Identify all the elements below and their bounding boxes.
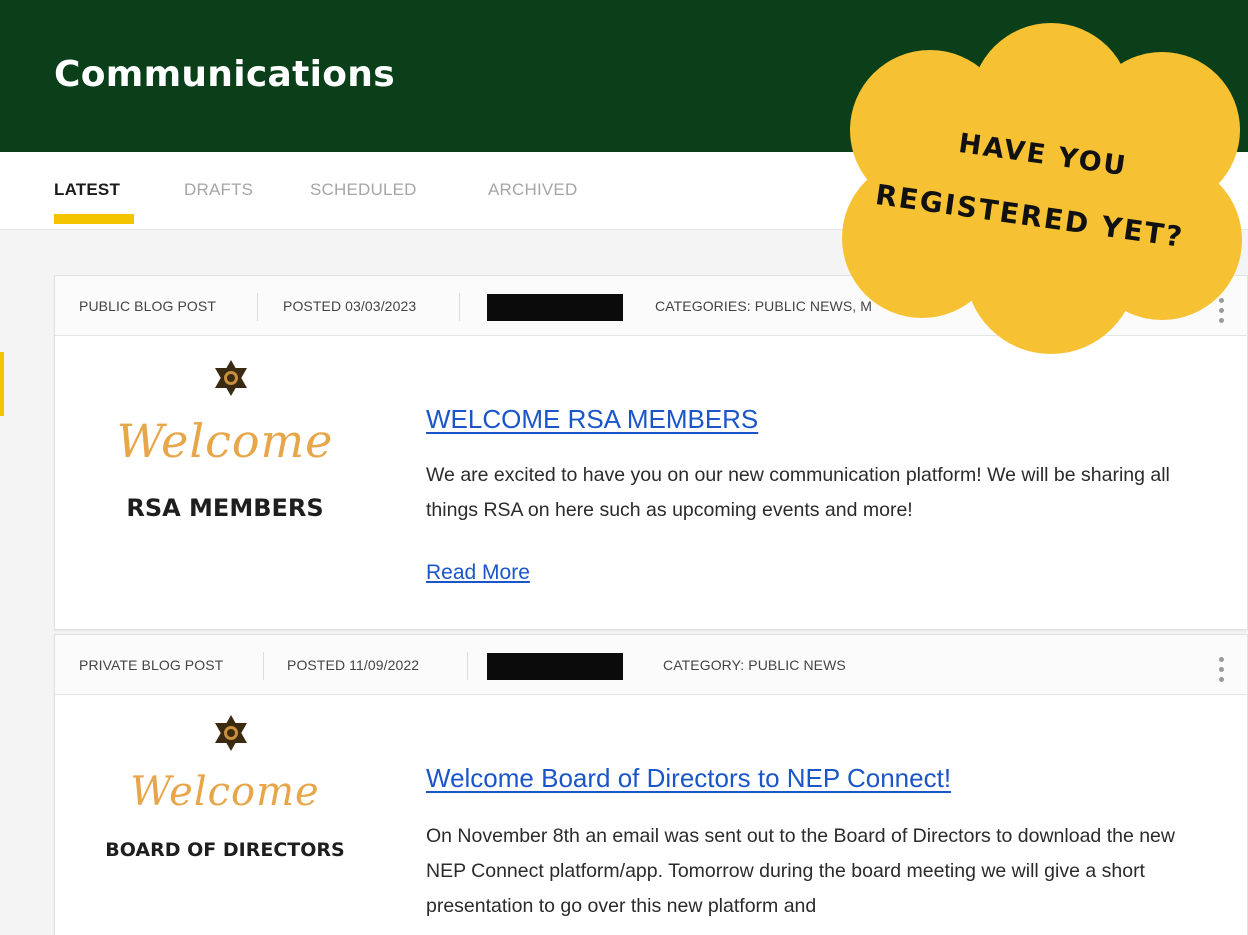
meta-divider xyxy=(459,293,460,321)
post-categories: CATEGORY: PUBLIC NEWS xyxy=(663,657,846,673)
post-title-link[interactable]: Welcome Board of Directors to NEP Connec… xyxy=(426,763,951,794)
meta-divider xyxy=(467,652,468,680)
sheriff-star-icon xyxy=(215,360,247,396)
post-card: PRIVATE BLOG POST POSTED 11/09/2022 CATE… xyxy=(54,634,1248,935)
thumbnail-caption: BOARD OF DIRECTORS xyxy=(105,839,345,861)
read-more-link[interactable]: Read More xyxy=(426,561,530,585)
post-meta-bar: PRIVATE BLOG POST POSTED 11/09/2022 CATE… xyxy=(55,635,1247,695)
welcome-script: Welcome xyxy=(130,769,320,815)
sidebar-accent xyxy=(0,352,4,416)
page-title: Communications xyxy=(54,54,395,95)
thumbnail-caption: RSA MEMBERS xyxy=(126,494,324,522)
active-tab-indicator xyxy=(54,214,134,224)
tab-latest[interactable]: LATEST xyxy=(54,180,120,200)
meta-divider xyxy=(257,293,258,321)
post-title-link[interactable]: WELCOME RSA MEMBERS xyxy=(426,404,758,435)
post-date: POSTED 11/09/2022 xyxy=(287,657,420,673)
redacted-author xyxy=(487,653,623,680)
post-thumbnail: Welcome BOARD OF DIRECTORS xyxy=(75,711,375,911)
tab-drafts[interactable]: DRAFTS xyxy=(184,180,253,200)
more-options-icon[interactable] xyxy=(1219,657,1225,687)
sheriff-star-icon xyxy=(215,715,247,751)
post-thumbnail: Welcome RSA MEMBERS xyxy=(75,356,375,556)
redacted-author xyxy=(487,294,623,321)
tab-archived[interactable]: ARCHIVED xyxy=(488,180,577,200)
post-date: POSTED 03/03/2023 xyxy=(283,298,417,314)
post-excerpt: On November 8th an email was sent out to… xyxy=(426,825,1175,917)
welcome-script: Welcome xyxy=(116,414,334,468)
post-type: PUBLIC BLOG POST xyxy=(79,298,216,314)
tab-scheduled[interactable]: SCHEDULED xyxy=(310,180,417,200)
meta-divider xyxy=(263,652,264,680)
post-excerpt: We are excited to have you on our new co… xyxy=(426,464,1170,521)
post-type: PRIVATE BLOG POST xyxy=(79,657,224,673)
